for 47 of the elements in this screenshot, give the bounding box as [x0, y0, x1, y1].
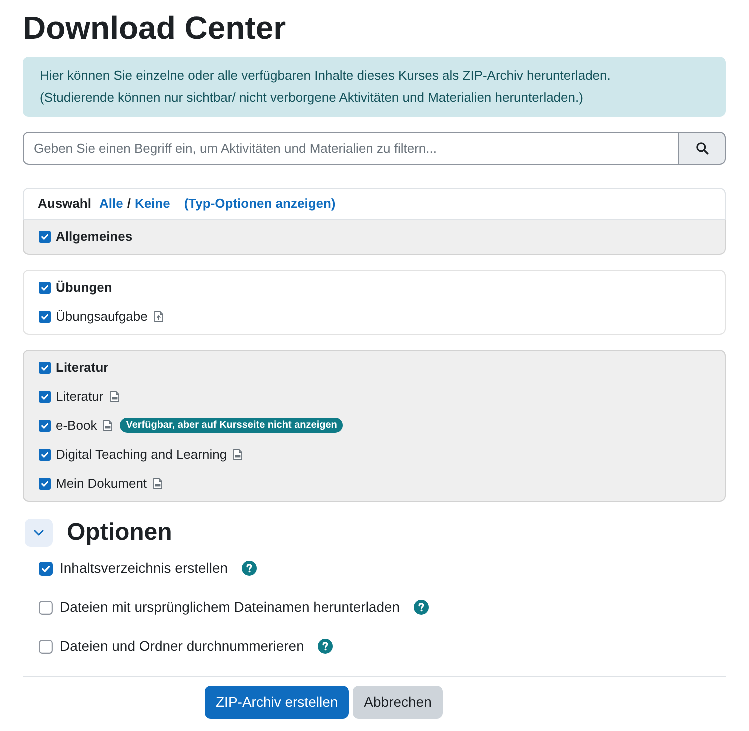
option-label: Dateien mit ursprünglichem Dateinamen herunterladen [60, 598, 400, 617]
document-icon [103, 420, 114, 432]
checkbox[interactable] [39, 390, 51, 402]
submit-button[interactable]: ZIP-Archiv erstellen [205, 686, 350, 719]
option-label: Dateien und Ordner durchnummerieren [60, 637, 304, 656]
checkbox[interactable] [39, 230, 51, 242]
availability-badge: Verfügbar, aber auf Kursseite nicht anzeigen [120, 418, 344, 433]
option-label: Inhaltsverzeichnis erstellen [60, 559, 228, 578]
checkbox[interactable] [39, 478, 51, 490]
checkbox[interactable] [39, 600, 53, 614]
checkbox[interactable] [39, 282, 51, 294]
select-all-link[interactable]: Alle [99, 194, 124, 214]
section-title: Literatur [56, 358, 109, 377]
help-icon [242, 561, 258, 576]
activity-label: e-Book [56, 416, 98, 435]
section-heading: Optionen [67, 519, 172, 547]
document-icon [110, 390, 120, 402]
separator-text: / [127, 195, 131, 214]
section-title: Allgemeines [56, 228, 133, 246]
cancel-button[interactable]: Abbrechen [353, 686, 443, 719]
chevron-down-icon [34, 530, 44, 536]
checkbox[interactable] [39, 448, 51, 460]
checkbox[interactable] [39, 562, 53, 576]
info-text: (Studierende können nur sichtbar/ nicht verborgene Aktivitäten und Materialien herunterladen.) [40, 89, 584, 107]
type-options-link[interactable]: (Typ-Optionen anzeigen) [184, 194, 336, 214]
checkbox[interactable] [39, 420, 51, 432]
checkbox[interactable] [39, 310, 51, 322]
info-text: Hier können Sie einzelne oder alle verfügbaren Inhalte dieses Kurses als ZIP-Archiv herunterladen. [40, 67, 612, 85]
section-title: Übungen [56, 278, 112, 297]
checkbox[interactable] [39, 640, 53, 654]
activity-label: Mein Dokument [56, 474, 148, 493]
search-field[interactable]: Geben Sie einen Begriff ein, um Aktivitäten und Materialien zu filtern... [23, 132, 679, 165]
document-upload-icon [154, 310, 164, 322]
page-title: Download Center [23, 9, 288, 48]
document-icon [153, 478, 164, 490]
help-icon [414, 600, 430, 615]
activity-label: Literatur [56, 388, 104, 406]
collapse-toggle-button[interactable] [25, 519, 53, 547]
help-icon [318, 639, 334, 654]
activity-label: Übungsaufgabe [56, 308, 148, 326]
activity-label: Digital Teaching and Learning [56, 446, 228, 464]
selection-label: Auswahl [38, 195, 92, 214]
document-icon [233, 448, 244, 460]
select-none-link[interactable]: Keine [134, 194, 170, 214]
search-icon [696, 142, 708, 155]
search-button[interactable] [679, 132, 726, 165]
checkbox[interactable] [39, 362, 51, 374]
